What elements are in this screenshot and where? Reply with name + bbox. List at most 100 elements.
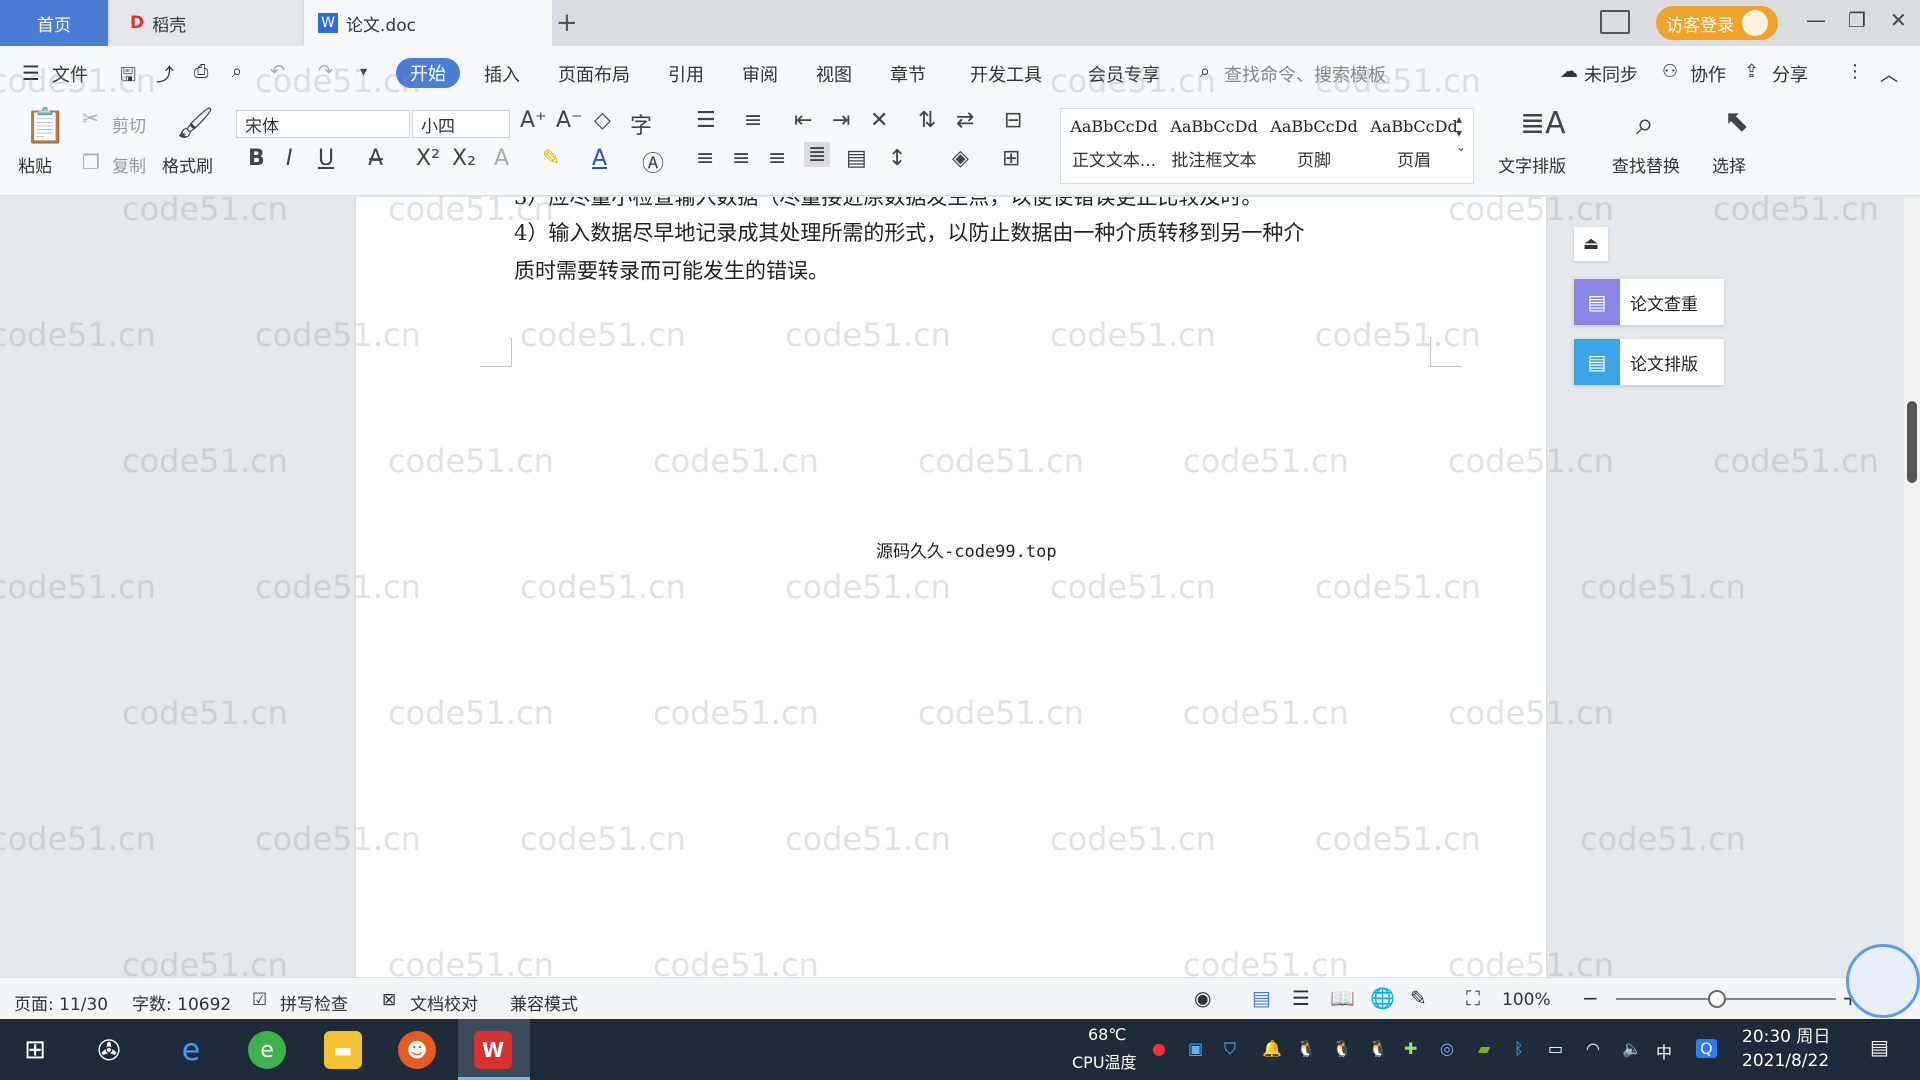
restore-icon[interactable]: ❐ <box>1848 8 1866 32</box>
visitor-login-button[interactable]: 访客登录 <box>1656 6 1778 40</box>
collapse-ribbon-icon[interactable]: ︿ <box>1880 61 1898 87</box>
style-scroll-icon[interactable]: ▴ ▾ ⌄ <box>1456 112 1466 154</box>
wps-writer-icon[interactable]: W <box>474 1031 512 1069</box>
share-button[interactable]: 分享 <box>1772 61 1808 87</box>
unsynced-button[interactable]: 未同步 <box>1584 61 1638 87</box>
zoom-slider[interactable] <box>1616 998 1836 1000</box>
paste-button[interactable]: 粘贴 <box>18 152 52 177</box>
spell-check-button[interactable]: 拼写检查 <box>280 990 348 1015</box>
page-indicator[interactable]: 页面: 11/30 <box>14 990 108 1015</box>
tray-plus-icon[interactable]: ✚ <box>1404 1039 1417 1058</box>
tray-qq-icon[interactable]: 🐧 <box>1296 1039 1316 1058</box>
font-size-select[interactable]: 小四 <box>412 110 510 138</box>
panel-collapse-button[interactable]: ⏏ <box>1574 227 1608 261</box>
shrink-font-icon[interactable]: A⁻ <box>556 108 583 133</box>
grow-font-icon[interactable]: A⁺ <box>520 108 547 133</box>
style-comment-text[interactable]: AaBbCcDd 批注框文本 <box>1165 117 1263 171</box>
char-border-icon[interactable]: Ⓐ <box>642 146 664 178</box>
proofread-button[interactable]: 文档校对 <box>410 990 478 1015</box>
hamburger-icon[interactable]: ☰ <box>22 61 40 85</box>
pinwheel-app-icon[interactable]: ✇ <box>90 1031 128 1069</box>
redo-icon[interactable]: ↷ <box>318 61 333 82</box>
highlight-icon[interactable]: ✎ <box>542 146 560 171</box>
select-button[interactable]: 选择 <box>1712 152 1746 177</box>
fit-page-icon[interactable]: ⛶ <box>1466 986 1480 1010</box>
paste-icon[interactable]: 📋 <box>24 106 66 146</box>
minimize-icon[interactable]: — <box>1806 8 1826 32</box>
export-icon[interactable]: ⤴ <box>156 61 174 87</box>
ie-browser-icon[interactable]: e <box>172 1031 210 1069</box>
justify-icon[interactable]: ≣ <box>804 142 831 167</box>
align-left-icon[interactable]: ≡ <box>696 146 714 171</box>
line-spacing-icon[interactable]: ↕ <box>888 146 906 171</box>
word-count[interactable]: 字数: 10692 <box>132 990 231 1015</box>
menu-tab-review[interactable]: 审阅 <box>742 61 778 87</box>
cut-icon[interactable]: ✂ <box>82 106 99 130</box>
menu-tab-member[interactable]: 会员专享 <box>1088 61 1160 87</box>
command-search-input[interactable]: 查找命令、搜索模板 <box>1224 61 1386 87</box>
tray-nvidia-icon[interactable]: ▰ <box>1478 1039 1490 1058</box>
zoom-out-icon[interactable]: − <box>1582 986 1599 1010</box>
print-icon[interactable]: ⎙ <box>194 61 208 82</box>
align-center-icon[interactable]: ≡ <box>732 146 750 171</box>
tab-docer[interactable]: D 稻壳 <box>110 0 302 46</box>
menu-tab-chapter[interactable]: 章节 <box>890 61 926 87</box>
menu-tab-dev-tools[interactable]: 开发工具 <box>970 61 1042 87</box>
style-header[interactable]: AaBbCcDd 页眉 <box>1365 117 1463 171</box>
collab-button[interactable]: 协作 <box>1690 61 1726 87</box>
underline-icon[interactable]: U <box>318 146 334 171</box>
web-view-icon[interactable]: 🌐 <box>1370 986 1395 1010</box>
paper-check-button[interactable]: ▤ 论文查重 <box>1574 279 1724 325</box>
distribute-icon[interactable]: ▤ <box>846 146 867 171</box>
volume-icon[interactable]: 🔈 <box>1622 1039 1642 1058</box>
find-replace-button[interactable]: 查找替换 <box>1612 152 1680 177</box>
file-menu[interactable]: 文件 <box>52 61 88 87</box>
menu-tab-page-layout[interactable]: 页面布局 <box>558 61 630 87</box>
strikethrough-icon[interactable]: A̶ <box>368 146 383 171</box>
tray-app-icon[interactable]: ● <box>1152 1039 1166 1058</box>
chinese-layout-icon[interactable]: ✕ <box>870 108 888 133</box>
style-footer[interactable]: AaBbCcDd 页脚 <box>1265 117 1363 171</box>
tray-qq-icon[interactable]: 🐧 <box>1332 1039 1352 1058</box>
close-icon[interactable]: ✕ <box>1890 8 1907 32</box>
menu-tab-view[interactable]: 视图 <box>816 61 852 87</box>
preview-icon[interactable]: ⌕ <box>232 61 242 82</box>
numbered-list-icon[interactable]: ≡ <box>744 108 762 133</box>
clear-format-icon[interactable]: ◇ <box>594 108 611 133</box>
zoom-select[interactable]: 100% <box>1502 990 1551 1010</box>
find-replace-icon[interactable]: ⌕ <box>1636 104 1654 143</box>
menu-tab-insert[interactable]: 插入 <box>484 61 520 87</box>
quick-access-dropdown-icon[interactable]: ▾ <box>360 64 367 80</box>
tab-document[interactable]: W 论文.doc <box>304 0 552 46</box>
text-effect-icon[interactable]: A <box>494 146 509 171</box>
outline-view-icon[interactable]: ☰ <box>1292 986 1310 1010</box>
sort-icon[interactable]: ⇅ <box>918 108 936 133</box>
scrollbar-thumb[interactable] <box>1907 401 1917 483</box>
font-color-icon[interactable]: A <box>592 146 607 171</box>
tab-home[interactable]: 首页 <box>0 0 108 46</box>
phonetic-icon[interactable]: 字 <box>630 108 652 140</box>
style-body-text[interactable]: AaBbCcDd 正文文本... <box>1065 117 1163 171</box>
tray-screenshot-icon[interactable]: ▣ <box>1188 1039 1203 1058</box>
font-name-select[interactable]: 宋体 <box>236 110 410 138</box>
border-icon[interactable]: ⊞ <box>1002 146 1020 171</box>
copy-button[interactable]: 复制 <box>112 152 146 177</box>
reading-view-icon[interactable]: 📖 <box>1330 986 1355 1010</box>
format-painter-icon[interactable]: 🖌 <box>176 106 214 141</box>
increase-indent-icon[interactable]: ⇥ <box>832 108 850 133</box>
cut-button[interactable]: 剪切 <box>112 112 146 137</box>
ruler-icon[interactable]: ⊟ <box>1004 108 1022 133</box>
tray-shield-icon[interactable]: ⛉ <box>1224 1039 1236 1059</box>
more-icon[interactable]: ⋮ <box>1846 61 1864 82</box>
media-app-icon[interactable]: ☻ <box>398 1031 436 1069</box>
text-layout-button[interactable]: 文字排版 <box>1498 152 1566 177</box>
subscript-icon[interactable]: X₂ <box>452 146 476 171</box>
taskbar-clock[interactable]: 20:30 周日 2021/8/22 <box>1742 1025 1830 1073</box>
eye-protection-icon[interactable]: ◉ <box>1194 986 1211 1010</box>
bluetooth-icon[interactable]: ᛒ <box>1514 1039 1524 1058</box>
vertical-scrollbar[interactable] <box>1904 197 1920 977</box>
copy-icon[interactable]: ❐ <box>82 150 100 174</box>
document-page[interactable]: 3）应尽量小检查输入数据（尽量接近原数据发生点，以便使错误更正比较及时。 4）输… <box>356 197 1546 977</box>
tray-qq-icon[interactable]: 🐧 <box>1368 1039 1388 1058</box>
menu-tab-start[interactable]: 开始 <box>396 58 460 88</box>
